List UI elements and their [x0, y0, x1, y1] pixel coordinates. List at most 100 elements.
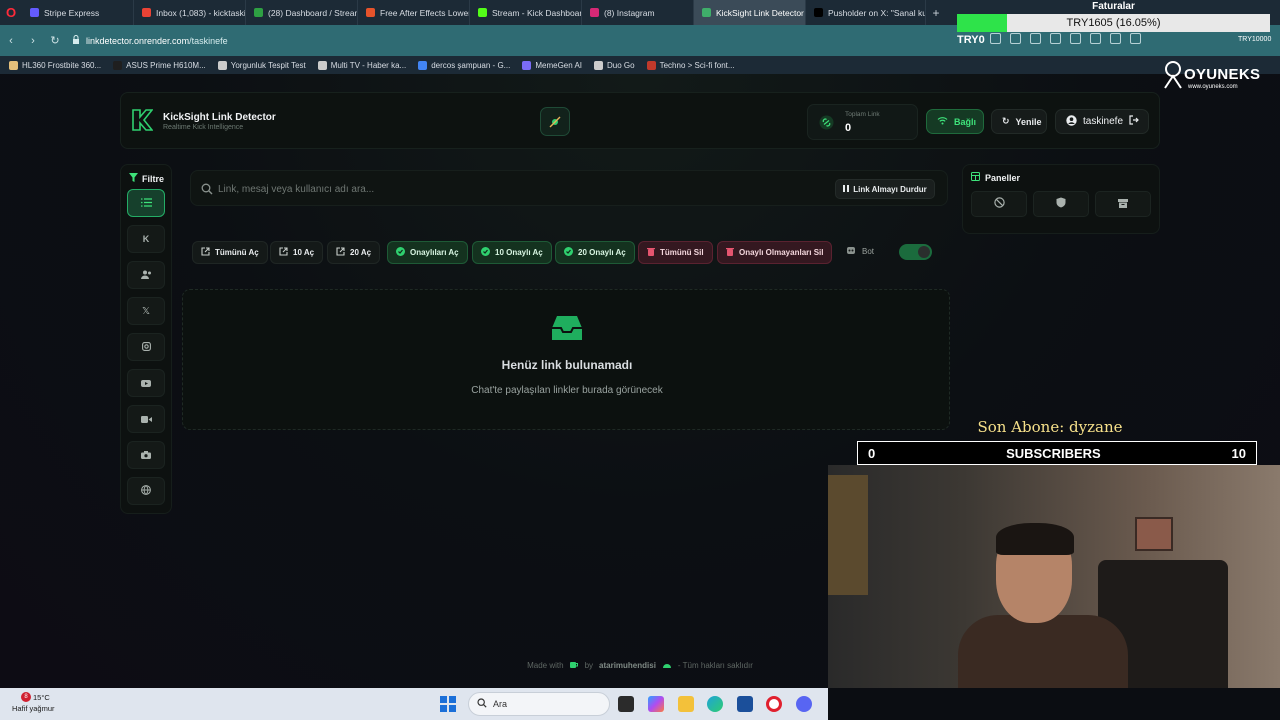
footer-author[interactable]: atarimuhendisi [599, 661, 656, 670]
panel-shield-button[interactable] [1033, 191, 1089, 217]
oyuneks-logo: OYUNEKS www.oyuneks.com [1162, 60, 1268, 94]
stop-fetching-button[interactable]: Link Almayı Durdur [835, 179, 935, 199]
extension-icon[interactable] [1130, 33, 1141, 44]
search-icon [477, 698, 487, 710]
tab-favicon-icon [142, 8, 151, 17]
filter-all-button[interactable] [127, 189, 165, 217]
panels-label: Paneller [985, 172, 1021, 183]
invoice-progress-bar: TRY1605 (16.05%) [957, 14, 1270, 32]
delete-unapproved-button[interactable]: Onaylı Olmayanları Sil [717, 241, 833, 264]
open-10-button[interactable]: 10 Aç [270, 241, 324, 264]
browser-tab[interactable]: KickSight Link Detector× [694, 0, 806, 25]
bookmark-item[interactable]: Multi TV - Haber ka... [317, 60, 406, 70]
url-field[interactable]: linkdetector.onrender.com/taskinefe [72, 35, 228, 46]
filter-kick-button[interactable]: K [127, 225, 165, 253]
bookmark-favicon-icon [418, 60, 428, 70]
back-icon[interactable]: ‹ [0, 35, 22, 47]
file-explorer-icon[interactable] [678, 696, 694, 712]
bookmark-item[interactable]: Yorgunluk Tespit Test [217, 60, 306, 70]
extension-icon[interactable] [1090, 33, 1101, 44]
open-10-approved-button[interactable]: 10 Onaylı Aç [472, 241, 552, 264]
discord-icon[interactable] [796, 696, 812, 712]
open-approved-button[interactable]: Onaylıları Aç [387, 241, 468, 264]
links-empty-state: Henüz link bulunamadı Chat'te paylaşılan… [182, 289, 950, 430]
taskbar-search-label: Ara [493, 699, 508, 709]
browser-tab[interactable]: Pusholder on X: "Sanal kur [806, 0, 926, 25]
panel-block-button[interactable] [971, 191, 1027, 217]
task-view-icon[interactable] [618, 696, 634, 712]
windows-start-icon[interactable] [440, 696, 456, 712]
bookmark-item[interactable]: HL360 Frostbite 360... [9, 60, 101, 70]
open-20-button[interactable]: 20 Aç [327, 241, 381, 264]
inbox-icon [551, 314, 583, 347]
pause-icon [843, 184, 850, 194]
browser-tab[interactable]: Stripe Express [22, 0, 134, 25]
search-input[interactable] [218, 179, 818, 199]
archive-icon [1118, 195, 1128, 213]
edge-icon[interactable] [707, 696, 723, 712]
browser-tab[interactable]: Free After Effects Lower T [358, 0, 470, 25]
coffee-icon [569, 660, 579, 671]
filter-instagram-button[interactable] [127, 333, 165, 361]
search-icon [201, 182, 213, 200]
user-menu-button[interactable]: taskinefe [1055, 109, 1149, 134]
user-icon [1066, 114, 1077, 129]
invoice-overlay: Faturalar TRY1605 (16.05%) [957, 0, 1270, 33]
tab-favicon-icon [590, 8, 599, 17]
oyuneks-mascot-icon [1162, 60, 1184, 95]
new-tab-button[interactable]: + [926, 6, 946, 20]
bookmark-favicon-icon [317, 60, 327, 70]
refresh-label: Yenile [1015, 116, 1042, 127]
open-20-approved-button[interactable]: 20 Onaylı Aç [555, 241, 635, 264]
taskbar-search[interactable]: Ara [468, 692, 610, 716]
forward-icon[interactable]: › [22, 35, 44, 47]
filter-video-button[interactable] [127, 405, 165, 433]
bookmark-item[interactable]: Techno > Sci-fi font... [646, 60, 735, 70]
panel-archive-button[interactable] [1095, 191, 1151, 217]
logout-icon[interactable] [1129, 115, 1139, 128]
oyuneks-brand-name: OYUNEKS [1184, 66, 1261, 83]
bookmark-item[interactable]: Duo Go [594, 60, 635, 70]
open-all-button[interactable]: Tümünü Aç [192, 241, 268, 264]
opera-icon[interactable] [766, 696, 782, 712]
connected-button[interactable]: Bağlı [926, 109, 984, 134]
filter-x-button[interactable]: 𝕏 [127, 297, 165, 325]
browser-tab[interactable]: (28) Dashboard / Streamla [246, 0, 358, 25]
bookmark-item[interactable]: MemeGen AI [522, 60, 582, 70]
opera-logo-icon[interactable]: O [0, 0, 22, 25]
webcam-picture-frame [1135, 517, 1173, 551]
emblem-icon[interactable] [540, 107, 570, 136]
refresh-icon: ↻ [1002, 116, 1010, 126]
extension-icon[interactable] [1010, 33, 1021, 44]
extension-icon[interactable] [1110, 33, 1121, 44]
delete-all-button[interactable]: Tümünü Sil [638, 241, 713, 264]
stop-fetching-label: Link Almayı Durdur [853, 184, 927, 194]
extension-icon[interactable] [990, 33, 1001, 44]
filter-users-button[interactable] [127, 261, 165, 289]
bot-toggle[interactable] [899, 244, 932, 260]
kick-icon: K [142, 234, 150, 244]
link-icon [819, 115, 834, 130]
globe-icon [141, 482, 151, 500]
weather-widget[interactable]: 8 15°C Hafif yağmur [12, 692, 55, 714]
browser-tab[interactable]: Stream - Kick Dashboard [470, 0, 582, 25]
browser-tab[interactable]: Inbox (1,083) - kicktaskine [134, 0, 246, 25]
invoice-title: Faturalar [1092, 1, 1135, 12]
tab-favicon-icon [254, 8, 263, 17]
bookmark-item[interactable]: ASUS Prime H610M... [113, 60, 206, 70]
refresh-button[interactable]: ↻ Yenile [991, 109, 1047, 134]
copilot-icon[interactable] [648, 696, 664, 712]
store-icon[interactable] [737, 696, 753, 712]
bookmark-favicon-icon [594, 60, 604, 70]
reload-icon[interactable]: ↻ [44, 34, 66, 47]
extension-icon[interactable] [1030, 33, 1041, 44]
browser-tab[interactable]: (8) Instagram [582, 0, 694, 25]
filter-web-button[interactable] [127, 477, 165, 505]
filter-photo-button[interactable] [127, 441, 165, 469]
filter-youtube-button[interactable] [127, 369, 165, 397]
extension-icon[interactable] [1070, 33, 1081, 44]
extension-icon[interactable] [1050, 33, 1061, 44]
open-all-label: Tümünü Aç [215, 248, 259, 257]
bookmark-item[interactable]: dercos şampuan - G... [418, 60, 510, 70]
footer-made-with: Made with [527, 661, 564, 670]
